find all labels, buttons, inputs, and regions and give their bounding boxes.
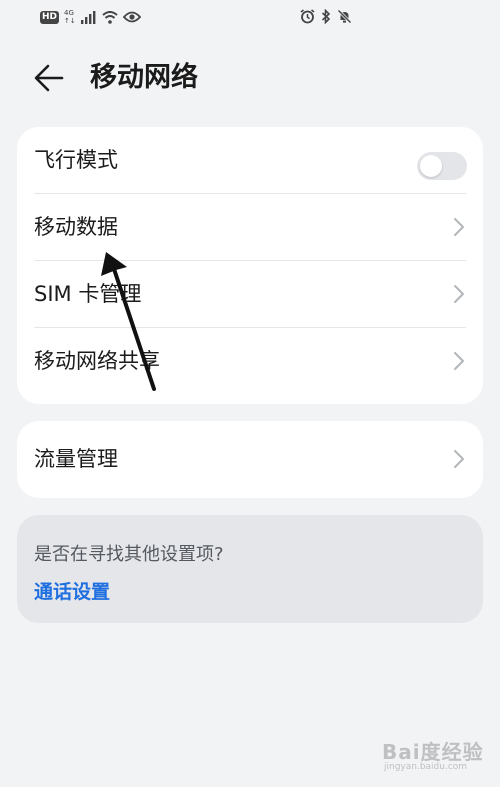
bluetooth-icon	[321, 9, 331, 24]
network-type-sub: ↑↓	[64, 17, 76, 25]
call-settings-link[interactable]: 通话设置	[34, 577, 110, 604]
chevron-right-icon	[454, 218, 464, 236]
watermark-main: Bai度经验	[382, 740, 484, 764]
watermark: Bai度经验 jingyan.baidu.com	[382, 732, 492, 778]
sim-management-row[interactable]: SIM 卡管理	[17, 261, 483, 328]
signal-icon	[80, 10, 96, 24]
status-right	[300, 9, 352, 24]
wifi-icon	[102, 10, 118, 24]
status-bar: HD 4G ↑↓	[0, 0, 500, 36]
watermark-sub: jingyan.baidu.com	[384, 762, 468, 772]
toggle-knob	[420, 155, 442, 177]
bell-muted-icon	[337, 9, 352, 24]
mobile-data-label: 移动数据	[34, 215, 118, 239]
hotspot-sharing-label: 移动网络共享	[34, 349, 160, 373]
status-left: HD 4G ↑↓	[40, 9, 141, 25]
airplane-mode-row[interactable]: 飞行模式	[17, 127, 483, 194]
back-arrow-icon	[34, 64, 64, 92]
page-header: 移动网络	[0, 52, 500, 104]
back-button[interactable]	[28, 60, 68, 96]
hotspot-sharing-row[interactable]: 移动网络共享	[17, 328, 483, 395]
alarm-icon	[300, 9, 315, 24]
network-type-label: 4G	[64, 9, 74, 17]
hd-badge: HD	[40, 10, 60, 24]
suggestion-question: 是否在寻找其他设置项?	[34, 544, 224, 565]
suggestion-card: 是否在寻找其他设置项? 通话设置	[17, 515, 483, 623]
page-title: 移动网络	[90, 62, 198, 93]
airplane-mode-label: 飞行模式	[34, 148, 118, 172]
airplane-mode-toggle[interactable]	[417, 152, 467, 180]
traffic-management-row[interactable]: 流量管理	[17, 421, 483, 498]
settings-card: 飞行模式 移动数据 SIM 卡管理 移动网络共享	[17, 127, 483, 404]
traffic-management-label: 流量管理	[34, 447, 118, 471]
mobile-data-row[interactable]: 移动数据	[17, 194, 483, 261]
network-type: 4G ↑↓	[64, 9, 76, 25]
chevron-right-icon	[454, 352, 464, 370]
eye-icon	[122, 11, 141, 23]
sim-management-label: SIM 卡管理	[34, 282, 142, 306]
chevron-right-icon	[454, 285, 464, 303]
chevron-right-icon	[454, 450, 464, 468]
traffic-card: 流量管理	[17, 421, 483, 498]
